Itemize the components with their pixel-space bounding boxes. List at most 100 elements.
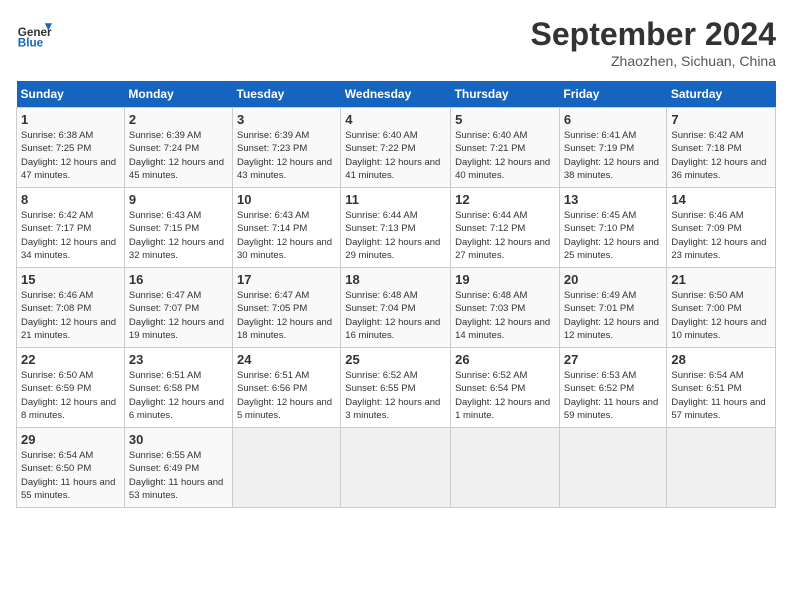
day-number: 20 — [564, 272, 662, 287]
day-detail: Sunrise: 6:47 AMSunset: 7:05 PMDaylight:… — [237, 289, 336, 342]
calendar-cell: 16 Sunrise: 6:47 AMSunset: 7:07 PMDaylig… — [124, 268, 232, 348]
calendar-cell — [233, 428, 341, 508]
col-tuesday: Tuesday — [233, 81, 341, 108]
calendar-cell — [667, 428, 776, 508]
calendar-cell — [341, 428, 451, 508]
day-number: 11 — [345, 192, 446, 207]
calendar-row: 1 Sunrise: 6:38 AMSunset: 7:25 PMDayligh… — [17, 108, 776, 188]
day-detail: Sunrise: 6:39 AMSunset: 7:24 PMDaylight:… — [129, 129, 228, 182]
day-number: 26 — [455, 352, 555, 367]
day-detail: Sunrise: 6:54 AMSunset: 6:50 PMDaylight:… — [21, 449, 120, 502]
location: Zhaozhen, Sichuan, China — [531, 53, 776, 69]
day-number: 10 — [237, 192, 336, 207]
day-number: 8 — [21, 192, 120, 207]
day-detail: Sunrise: 6:46 AMSunset: 7:08 PMDaylight:… — [21, 289, 120, 342]
day-detail: Sunrise: 6:52 AMSunset: 6:54 PMDaylight:… — [455, 369, 555, 422]
title-block: September 2024 Zhaozhen, Sichuan, China — [531, 16, 776, 69]
day-number: 19 — [455, 272, 555, 287]
day-detail: Sunrise: 6:42 AMSunset: 7:17 PMDaylight:… — [21, 209, 120, 262]
day-number: 15 — [21, 272, 120, 287]
day-detail: Sunrise: 6:53 AMSunset: 6:52 PMDaylight:… — [564, 369, 662, 422]
calendar-cell: 18 Sunrise: 6:48 AMSunset: 7:04 PMDaylig… — [341, 268, 451, 348]
calendar-table: Sunday Monday Tuesday Wednesday Thursday… — [16, 81, 776, 508]
day-number: 21 — [671, 272, 771, 287]
day-detail: Sunrise: 6:43 AMSunset: 7:15 PMDaylight:… — [129, 209, 228, 262]
day-number: 22 — [21, 352, 120, 367]
day-number: 9 — [129, 192, 228, 207]
day-number: 14 — [671, 192, 771, 207]
calendar-cell: 28 Sunrise: 6:54 AMSunset: 6:51 PMDaylig… — [667, 348, 776, 428]
calendar-cell: 5 Sunrise: 6:40 AMSunset: 7:21 PMDayligh… — [451, 108, 560, 188]
calendar-cell: 23 Sunrise: 6:51 AMSunset: 6:58 PMDaylig… — [124, 348, 232, 428]
day-number: 29 — [21, 432, 120, 447]
day-detail: Sunrise: 6:47 AMSunset: 7:07 PMDaylight:… — [129, 289, 228, 342]
calendar-cell — [559, 428, 666, 508]
day-number: 16 — [129, 272, 228, 287]
day-number: 27 — [564, 352, 662, 367]
calendar-cell: 7 Sunrise: 6:42 AMSunset: 7:18 PMDayligh… — [667, 108, 776, 188]
day-detail: Sunrise: 6:50 AMSunset: 7:00 PMDaylight:… — [671, 289, 771, 342]
col-monday: Monday — [124, 81, 232, 108]
day-number: 7 — [671, 112, 771, 127]
day-number: 30 — [129, 432, 228, 447]
calendar-cell: 15 Sunrise: 6:46 AMSunset: 7:08 PMDaylig… — [17, 268, 125, 348]
calendar-cell: 26 Sunrise: 6:52 AMSunset: 6:54 PMDaylig… — [451, 348, 560, 428]
day-detail: Sunrise: 6:55 AMSunset: 6:49 PMDaylight:… — [129, 449, 228, 502]
day-detail: Sunrise: 6:44 AMSunset: 7:13 PMDaylight:… — [345, 209, 446, 262]
day-number: 28 — [671, 352, 771, 367]
day-detail: Sunrise: 6:52 AMSunset: 6:55 PMDaylight:… — [345, 369, 446, 422]
calendar-cell: 20 Sunrise: 6:49 AMSunset: 7:01 PMDaylig… — [559, 268, 666, 348]
day-number: 1 — [21, 112, 120, 127]
day-detail: Sunrise: 6:45 AMSunset: 7:10 PMDaylight:… — [564, 209, 662, 262]
calendar-row: 29 Sunrise: 6:54 AMSunset: 6:50 PMDaylig… — [17, 428, 776, 508]
col-saturday: Saturday — [667, 81, 776, 108]
day-detail: Sunrise: 6:48 AMSunset: 7:03 PMDaylight:… — [455, 289, 555, 342]
day-detail: Sunrise: 6:49 AMSunset: 7:01 PMDaylight:… — [564, 289, 662, 342]
day-number: 18 — [345, 272, 446, 287]
day-number: 23 — [129, 352, 228, 367]
day-detail: Sunrise: 6:38 AMSunset: 7:25 PMDaylight:… — [21, 129, 120, 182]
col-thursday: Thursday — [451, 81, 560, 108]
logo: General Blue — [16, 16, 56, 52]
calendar-cell: 3 Sunrise: 6:39 AMSunset: 7:23 PMDayligh… — [233, 108, 341, 188]
month-title: September 2024 — [531, 16, 776, 53]
col-sunday: Sunday — [17, 81, 125, 108]
day-detail: Sunrise: 6:44 AMSunset: 7:12 PMDaylight:… — [455, 209, 555, 262]
day-number: 5 — [455, 112, 555, 127]
day-detail: Sunrise: 6:51 AMSunset: 6:58 PMDaylight:… — [129, 369, 228, 422]
calendar-cell: 11 Sunrise: 6:44 AMSunset: 7:13 PMDaylig… — [341, 188, 451, 268]
svg-text:Blue: Blue — [18, 37, 44, 50]
day-number: 4 — [345, 112, 446, 127]
day-detail: Sunrise: 6:50 AMSunset: 6:59 PMDaylight:… — [21, 369, 120, 422]
col-friday: Friday — [559, 81, 666, 108]
day-number: 3 — [237, 112, 336, 127]
day-detail: Sunrise: 6:46 AMSunset: 7:09 PMDaylight:… — [671, 209, 771, 262]
calendar-row: 22 Sunrise: 6:50 AMSunset: 6:59 PMDaylig… — [17, 348, 776, 428]
day-number: 2 — [129, 112, 228, 127]
day-detail: Sunrise: 6:48 AMSunset: 7:04 PMDaylight:… — [345, 289, 446, 342]
calendar-row: 15 Sunrise: 6:46 AMSunset: 7:08 PMDaylig… — [17, 268, 776, 348]
calendar-cell: 9 Sunrise: 6:43 AMSunset: 7:15 PMDayligh… — [124, 188, 232, 268]
calendar-cell: 1 Sunrise: 6:38 AMSunset: 7:25 PMDayligh… — [17, 108, 125, 188]
calendar-cell: 21 Sunrise: 6:50 AMSunset: 7:00 PMDaylig… — [667, 268, 776, 348]
calendar-cell: 13 Sunrise: 6:45 AMSunset: 7:10 PMDaylig… — [559, 188, 666, 268]
calendar-cell: 29 Sunrise: 6:54 AMSunset: 6:50 PMDaylig… — [17, 428, 125, 508]
calendar-cell: 24 Sunrise: 6:51 AMSunset: 6:56 PMDaylig… — [233, 348, 341, 428]
day-number: 13 — [564, 192, 662, 207]
calendar-cell: 19 Sunrise: 6:48 AMSunset: 7:03 PMDaylig… — [451, 268, 560, 348]
day-number: 24 — [237, 352, 336, 367]
day-detail: Sunrise: 6:40 AMSunset: 7:22 PMDaylight:… — [345, 129, 446, 182]
calendar-cell: 2 Sunrise: 6:39 AMSunset: 7:24 PMDayligh… — [124, 108, 232, 188]
calendar-cell: 17 Sunrise: 6:47 AMSunset: 7:05 PMDaylig… — [233, 268, 341, 348]
col-wednesday: Wednesday — [341, 81, 451, 108]
day-number: 12 — [455, 192, 555, 207]
calendar-cell: 4 Sunrise: 6:40 AMSunset: 7:22 PMDayligh… — [341, 108, 451, 188]
calendar-cell: 27 Sunrise: 6:53 AMSunset: 6:52 PMDaylig… — [559, 348, 666, 428]
day-number: 17 — [237, 272, 336, 287]
day-detail: Sunrise: 6:39 AMSunset: 7:23 PMDaylight:… — [237, 129, 336, 182]
day-detail: Sunrise: 6:51 AMSunset: 6:56 PMDaylight:… — [237, 369, 336, 422]
logo-icon: General Blue — [16, 16, 52, 52]
calendar-cell: 25 Sunrise: 6:52 AMSunset: 6:55 PMDaylig… — [341, 348, 451, 428]
day-detail: Sunrise: 6:42 AMSunset: 7:18 PMDaylight:… — [671, 129, 771, 182]
day-number: 6 — [564, 112, 662, 127]
